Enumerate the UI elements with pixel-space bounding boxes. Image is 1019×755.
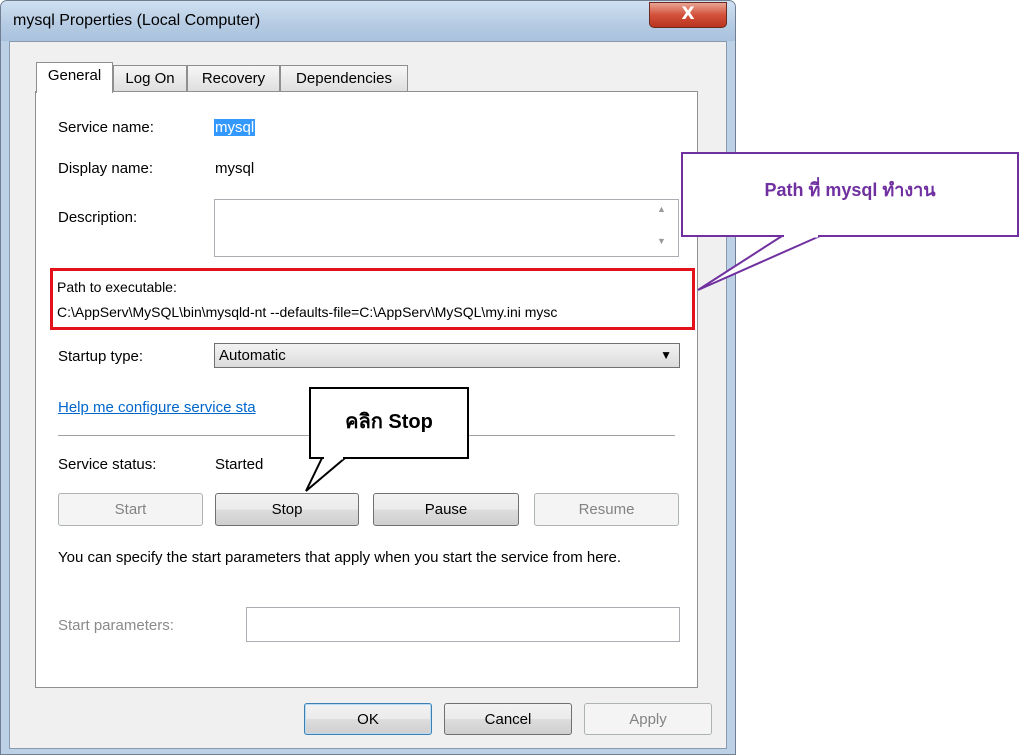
callout-tails bbox=[305, 234, 821, 492]
path-callout-tail bbox=[697, 235, 821, 291]
stop-callout-tail bbox=[305, 457, 348, 492]
